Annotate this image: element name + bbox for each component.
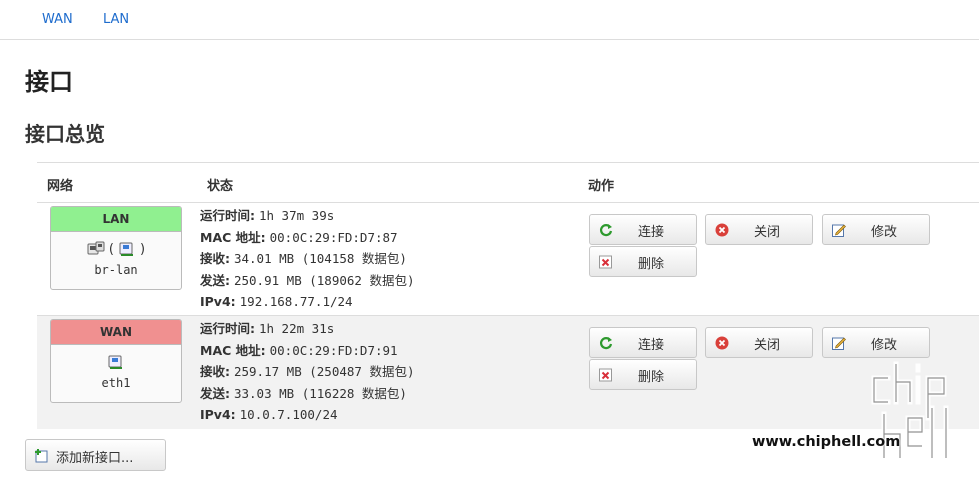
chiphell-logo	[871, 361, 949, 461]
column-header-status: 状态	[207, 179, 234, 194]
ethernet-port-icon	[108, 355, 122, 369]
edit-button[interactable]: 修改	[822, 327, 930, 358]
add-icon	[35, 449, 48, 463]
edit-label: 修改	[870, 338, 897, 353]
rx-value: 34.01 MB (104158 数据包)	[233, 251, 407, 266]
close-label: 关闭	[753, 338, 780, 353]
delete-label: 删除	[637, 370, 664, 385]
delete-button[interactable]: 删除	[589, 246, 697, 277]
mac-label: MAC 地址:	[200, 342, 266, 358]
interface-badge-wan: WAN eth1	[50, 319, 182, 403]
close-button[interactable]: 关闭	[705, 214, 813, 245]
bracket-close: )	[140, 241, 146, 257]
interface-icons	[51, 353, 181, 371]
edit-button[interactable]: 修改	[822, 214, 930, 245]
ipv4-label: IPv4:	[200, 407, 236, 422]
rx-label: 接收:	[200, 251, 230, 266]
delete-button[interactable]: 删除	[589, 359, 697, 390]
interface-name: WAN	[51, 320, 181, 345]
add-interface-label: 添加新接口...	[56, 451, 134, 466]
table-row: LAN ( ) br-lan 运行时间: 1h 37m 39s MAC 地址: …	[37, 203, 979, 316]
add-interface-button[interactable]: 添加新接口...	[25, 439, 166, 471]
section-title: 接口总览	[25, 122, 105, 146]
edit-label: 修改	[870, 225, 897, 240]
tx-label: 发送:	[200, 385, 230, 401]
rx-label: 接收:	[200, 364, 230, 379]
mac-label: MAC 地址:	[200, 229, 266, 245]
connect-button[interactable]: 连接	[589, 327, 697, 358]
tab-wan[interactable]: WAN	[42, 12, 73, 27]
mac-value: 00:0C:29:FD:D7:87	[269, 229, 398, 245]
subtab-bar: WAN LAN	[0, 0, 979, 40]
uptime-value: 1h 37m 39s	[258, 208, 335, 223]
uptime-value: 1h 22m 31s	[258, 321, 335, 336]
close-button[interactable]: 关闭	[705, 327, 813, 358]
column-header-actions: 动作	[588, 179, 615, 194]
interface-icons: ( )	[51, 240, 181, 258]
ipv4-value: 10.0.7.100/24	[239, 407, 338, 422]
uptime-label: 运行时间:	[200, 321, 255, 336]
interface-status: 运行时间: 1h 37m 39s MAC 地址: 00:0C:29:FD:D7:…	[200, 205, 414, 313]
mac-value: 00:0C:29:FD:D7:91	[269, 342, 398, 358]
interface-name: LAN	[51, 207, 181, 232]
interfaces-table: 网络 状态 动作 LAN ( ) br-lan 运行时间: 1h 37m 39s…	[37, 162, 979, 429]
interface-status: 运行时间: 1h 22m 31s MAC 地址: 00:0C:29:FD:D7:…	[200, 318, 414, 426]
close-label: 关闭	[753, 225, 780, 240]
device-name: br-lan	[94, 263, 138, 277]
bracket-open: (	[108, 241, 114, 257]
ipv4-label: IPv4:	[200, 294, 236, 309]
device-name: eth1	[101, 376, 131, 390]
page-title: 接口	[25, 68, 73, 96]
watermark-text: www.chiphell.com	[752, 434, 901, 450]
interface-badge-lan: LAN ( ) br-lan	[50, 206, 182, 290]
tx-label: 发送:	[200, 272, 230, 288]
column-header-network: 网络	[47, 179, 74, 194]
table-header: 网络 状态 动作	[37, 162, 979, 203]
uptime-label: 运行时间:	[200, 208, 255, 223]
table-row: WAN eth1 运行时间: 1h 22m 31s MAC 地址: 00:0C:…	[37, 316, 979, 429]
ethernet-port-icon	[87, 241, 105, 255]
connect-label: 连接	[637, 338, 664, 353]
bridge-icon	[119, 242, 133, 256]
connect-button[interactable]: 连接	[589, 214, 697, 245]
delete-label: 删除	[637, 257, 664, 272]
rx-value: 259.17 MB (250487 数据包)	[233, 364, 415, 379]
tab-lan[interactable]: LAN	[103, 12, 129, 27]
tx-value: 33.03 MB (116228 数据包)	[233, 385, 407, 401]
tx-value: 250.91 MB (189062 数据包)	[233, 272, 415, 288]
ipv4-value: 192.168.77.1/24	[239, 294, 353, 309]
connect-label: 连接	[637, 225, 664, 240]
